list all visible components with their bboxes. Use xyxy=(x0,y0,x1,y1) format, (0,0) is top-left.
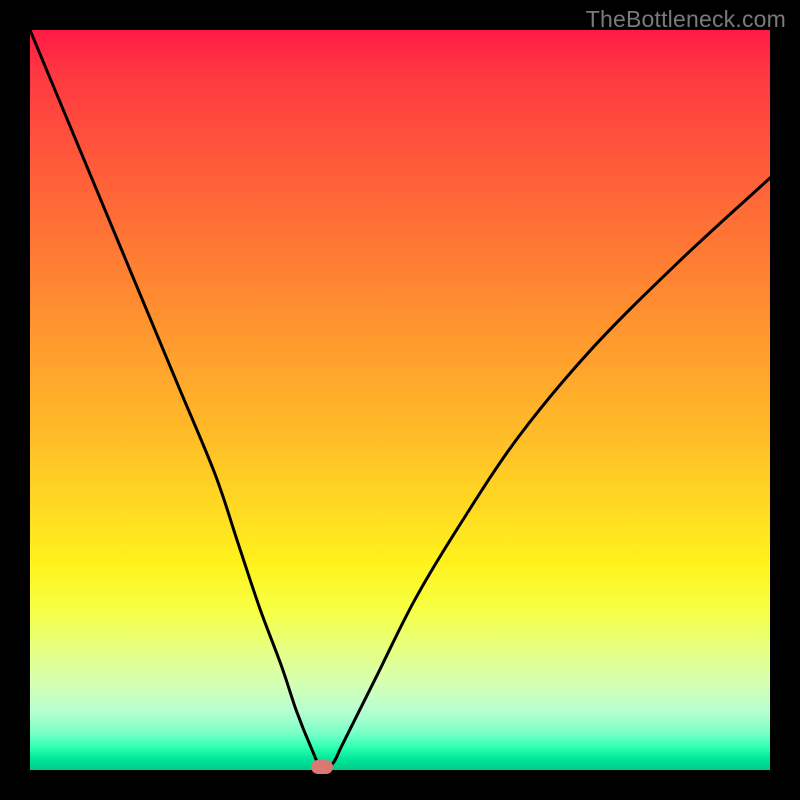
watermark-text: TheBottleneck.com xyxy=(586,6,786,33)
optimal-point-marker xyxy=(311,760,333,774)
bottleneck-curve xyxy=(30,30,770,770)
outer-frame: TheBottleneck.com xyxy=(0,0,800,800)
plot-area xyxy=(30,30,770,770)
